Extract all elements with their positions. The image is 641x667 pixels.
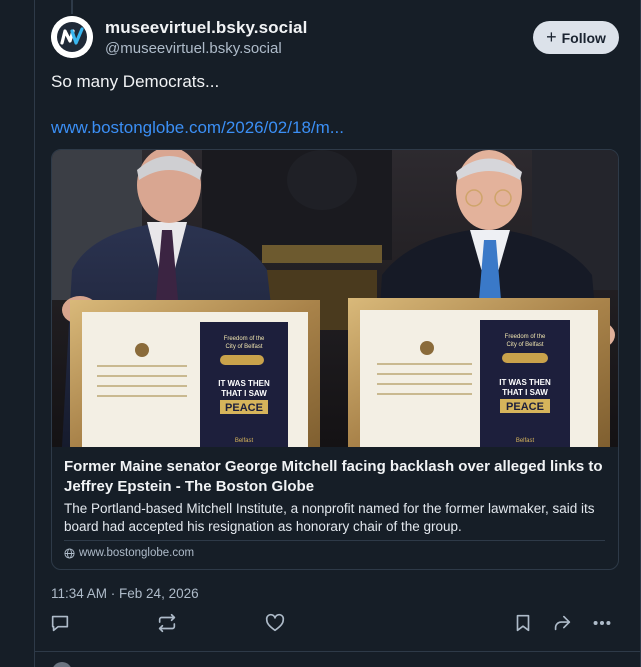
cert-left-belfast: Belfast [235, 438, 254, 444]
bookmark-icon [516, 614, 530, 632]
card-image: Freedom of the City of Belfast IT WAS TH… [52, 150, 618, 447]
avatar[interactable] [51, 16, 93, 58]
reply-button[interactable] [49, 612, 73, 636]
cert-right-line4: THAT I SAW [502, 388, 548, 397]
handle[interactable]: @museevirtuel.bsky.social [105, 40, 282, 57]
follow-label: Follow [561, 29, 606, 46]
post[interactable]: museevirtuel.bsky.social @museevirtuel.b… [35, 0, 640, 652]
cert-left-line1: Freedom of the [224, 336, 265, 342]
cert-right-line1: Freedom of the [505, 334, 546, 340]
cert-right-line3: IT WAS THEN [499, 378, 551, 387]
like-button[interactable] [264, 612, 288, 636]
link-card[interactable]: Freedom of the City of Belfast IT WAS TH… [51, 149, 619, 570]
share-button[interactable] [551, 612, 575, 636]
cert-right-belfast: Belfast [516, 438, 535, 444]
nv-logo-icon [51, 16, 93, 58]
cert-left-line3: IT WAS THEN [218, 379, 270, 388]
next-post-avatar[interactable] [52, 662, 72, 667]
speech-bubble-icon [51, 615, 69, 632]
repost-arrows-icon [158, 613, 176, 633]
card-description: The Portland-based Mitchell Institute, a… [64, 501, 595, 534]
post-link[interactable]: www.bostonglobe.com/2026/02/18/m... [51, 118, 344, 138]
share-arrow-icon [554, 615, 571, 631]
post-timestamp[interactable]: 11:34 AM · Feb 24, 2026 [51, 586, 199, 601]
bookmark-button[interactable] [512, 612, 536, 636]
post-text: So many Democrats... [51, 72, 220, 91]
action-bar [35, 612, 640, 638]
more-dots-icon [593, 620, 611, 626]
cert-left-line4: THAT I SAW [221, 389, 267, 398]
display-name[interactable]: museevirtuel.bsky.social [105, 18, 307, 38]
cert-left-peace: PEACE [225, 402, 263, 414]
post-divider [35, 651, 640, 652]
cert-right-peace: PEACE [506, 401, 544, 413]
card-domain-text: www.bostonglobe.com [79, 547, 195, 559]
card-domain: www.bostonglobe.com [64, 547, 194, 559]
cert-left-line2: City of Belfast [225, 344, 262, 350]
follow-button[interactable]: + Follow [533, 21, 619, 54]
cert-right-line2: City of Belfast [506, 342, 543, 348]
card-divider [64, 540, 605, 541]
globe-icon [64, 547, 75, 559]
heart-icon [265, 613, 285, 632]
plus-icon: + [546, 26, 557, 47]
repost-button[interactable] [156, 612, 180, 636]
card-title[interactable]: Former Maine senator George Mitchell fac… [64, 457, 612, 497]
more-button[interactable] [591, 612, 615, 636]
